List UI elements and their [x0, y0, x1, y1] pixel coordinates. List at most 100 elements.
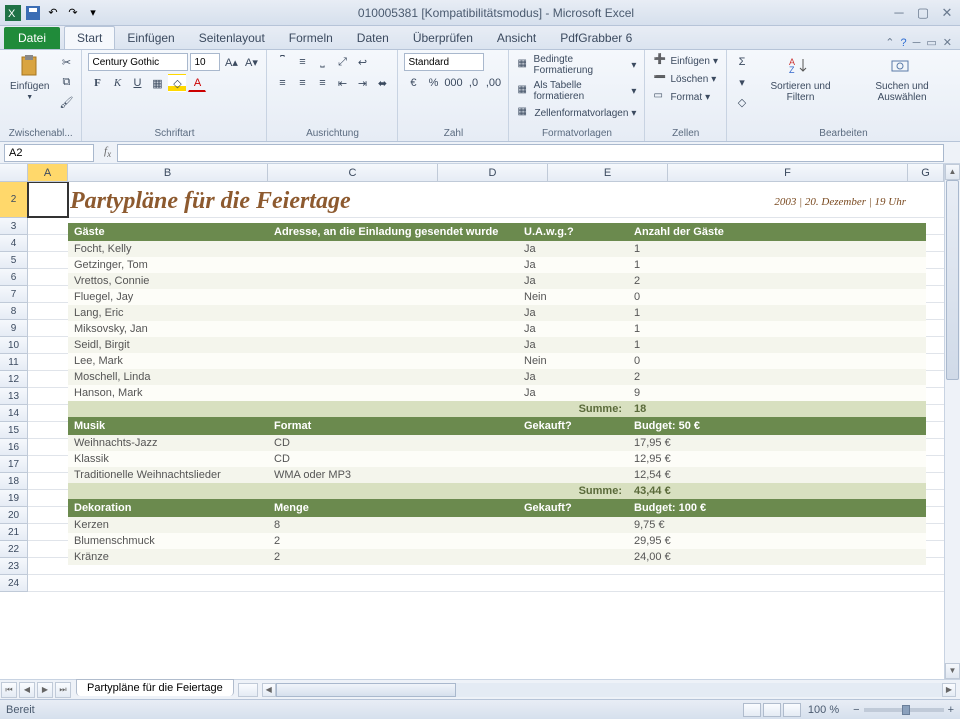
normal-view-icon[interactable] — [743, 703, 761, 717]
currency-icon[interactable]: € — [404, 74, 422, 92]
scroll-down-icon[interactable]: ▼ — [945, 663, 960, 679]
horizontal-scrollbar[interactable]: ◀ ▶ — [262, 683, 956, 697]
row-header[interactable]: 14 — [0, 405, 28, 422]
workbook-close-icon[interactable]: ✕ — [943, 36, 952, 49]
maximize-button[interactable]: ▢ — [914, 6, 932, 20]
wrap-text-icon[interactable]: ↩ — [353, 53, 371, 71]
align-left-icon[interactable]: ≡ — [273, 74, 291, 92]
tab-formeln[interactable]: Formeln — [277, 27, 345, 49]
row-header[interactable]: 9 — [0, 320, 28, 337]
hscroll-thumb[interactable] — [276, 683, 456, 697]
undo-icon[interactable]: ↶ — [44, 4, 62, 22]
scroll-left-icon[interactable]: ◀ — [262, 683, 276, 697]
row-header[interactable]: 11 — [0, 354, 28, 371]
increase-indent-icon[interactable]: ⇥ — [353, 74, 371, 92]
align-right-icon[interactable]: ≡ — [313, 74, 331, 92]
fx-icon[interactable]: fx — [98, 145, 117, 159]
format-table-button[interactable]: ▦Als Tabelle formatieren ▾ — [515, 79, 638, 103]
scroll-thumb[interactable] — [946, 180, 959, 380]
font-name-combo[interactable]: Century Gothic — [88, 53, 188, 71]
row-header[interactable]: 4 — [0, 235, 28, 252]
tab-einfuegen[interactable]: Einfügen — [115, 27, 186, 49]
row-header[interactable]: 19 — [0, 490, 28, 507]
row-header[interactable]: 23 — [0, 558, 28, 575]
row-header[interactable]: 12 — [0, 371, 28, 388]
delete-cells-button[interactable]: ➖Löschen ▾ — [651, 71, 718, 87]
minimize-button[interactable]: ─ — [890, 6, 908, 20]
sheet-tab[interactable]: Partypläne für die Feiertage — [76, 679, 234, 696]
row-header[interactable]: 13 — [0, 388, 28, 405]
tab-start[interactable]: Start — [64, 26, 115, 49]
col-header-d[interactable]: D — [438, 164, 548, 181]
zoom-slider[interactable] — [864, 708, 944, 712]
row-header[interactable]: 18 — [0, 473, 28, 490]
row-header[interactable]: 2 — [0, 182, 28, 218]
underline-button[interactable]: U — [128, 74, 146, 92]
cell-styles-button[interactable]: ▦Zellenformatvorlagen ▾ — [515, 105, 638, 121]
new-sheet-button[interactable] — [238, 683, 258, 697]
select-all-corner[interactable] — [0, 164, 28, 181]
prev-sheet-icon[interactable]: ◀ — [19, 682, 35, 698]
save-icon[interactable] — [24, 4, 42, 22]
tab-seitenlayout[interactable]: Seitenlayout — [187, 27, 277, 49]
row-header[interactable]: 5 — [0, 252, 28, 269]
page-layout-view-icon[interactable] — [763, 703, 781, 717]
percent-icon[interactable]: % — [424, 74, 442, 92]
decrease-font-icon[interactable]: A▾ — [242, 53, 260, 71]
insert-cells-button[interactable]: ➕Einfügen ▾ — [651, 53, 720, 69]
font-color-icon[interactable]: A — [188, 74, 206, 92]
clear-icon[interactable]: ◇ — [733, 93, 751, 111]
row-header[interactable]: 8 — [0, 303, 28, 320]
orientation-icon[interactable]: ⤢ — [333, 53, 351, 71]
font-size-combo[interactable]: 10 — [190, 53, 220, 71]
cut-icon[interactable]: ✂ — [57, 53, 75, 71]
row-header[interactable]: 3 — [0, 218, 28, 235]
zoom-out-icon[interactable]: − — [853, 704, 859, 716]
row-header[interactable]: 21 — [0, 524, 28, 541]
tab-pdfgrabber[interactable]: PdfGrabber 6 — [548, 27, 644, 49]
number-format-combo[interactable]: Standard — [404, 53, 484, 71]
page-break-view-icon[interactable] — [783, 703, 801, 717]
zoom-level[interactable]: 100 % — [808, 704, 839, 716]
col-header-f[interactable]: F — [668, 164, 908, 181]
col-header-e[interactable]: E — [548, 164, 668, 181]
help-icon[interactable]: ? — [900, 37, 906, 49]
fill-color-icon[interactable]: ◇ — [168, 74, 186, 92]
workbook-minimize-icon[interactable]: ─ — [913, 37, 921, 49]
conditional-format-button[interactable]: ▦Bedingte Formatierung ▾ — [515, 53, 638, 77]
row-header[interactable]: 15 — [0, 422, 28, 439]
align-center-icon[interactable]: ≡ — [293, 74, 311, 92]
decrease-indent-icon[interactable]: ⇤ — [333, 74, 351, 92]
row-header[interactable]: 7 — [0, 286, 28, 303]
close-button[interactable]: ✕ — [938, 6, 956, 20]
paste-button[interactable]: Einfügen ▼ — [6, 53, 53, 103]
row-header[interactable]: 24 — [0, 575, 28, 592]
format-painter-icon[interactable]: 🖌 — [57, 93, 75, 111]
scroll-up-icon[interactable]: ▲ — [945, 164, 960, 180]
zoom-in-icon[interactable]: + — [948, 704, 954, 716]
col-header-c[interactable]: C — [268, 164, 438, 181]
copy-icon[interactable]: ⧉ — [57, 73, 75, 91]
find-select-button[interactable]: Suchen und Auswählen — [850, 53, 954, 105]
vertical-scrollbar[interactable]: ▲ ▼ — [944, 164, 960, 679]
minimize-ribbon-icon[interactable]: ⌃ — [885, 36, 894, 49]
decrease-decimal-icon[interactable]: ,00 — [484, 74, 502, 92]
align-bottom-icon[interactable]: ⎵ — [313, 53, 331, 71]
thousands-icon[interactable]: 000 — [444, 74, 462, 92]
last-sheet-icon[interactable]: ⏭ — [55, 682, 71, 698]
column-headers[interactable]: A B C D E F G — [0, 164, 944, 182]
tab-ansicht[interactable]: Ansicht — [485, 27, 548, 49]
name-box[interactable] — [4, 144, 94, 162]
merge-icon[interactable]: ⬌ — [373, 74, 391, 92]
redo-icon[interactable]: ↷ — [64, 4, 82, 22]
row-header[interactable]: 10 — [0, 337, 28, 354]
sort-filter-button[interactable]: AZ Sortieren und Filtern — [755, 53, 846, 105]
qat-dropdown-icon[interactable]: ▾ — [84, 4, 102, 22]
row-header[interactable]: 20 — [0, 507, 28, 524]
tab-ueberpruefen[interactable]: Überprüfen — [401, 27, 485, 49]
col-header-a[interactable]: A — [28, 164, 68, 181]
align-middle-icon[interactable]: ≡ — [293, 53, 311, 71]
workbook-restore-icon[interactable]: ▭ — [926, 36, 936, 49]
col-header-b[interactable]: B — [68, 164, 268, 181]
row-header[interactable]: 6 — [0, 269, 28, 286]
